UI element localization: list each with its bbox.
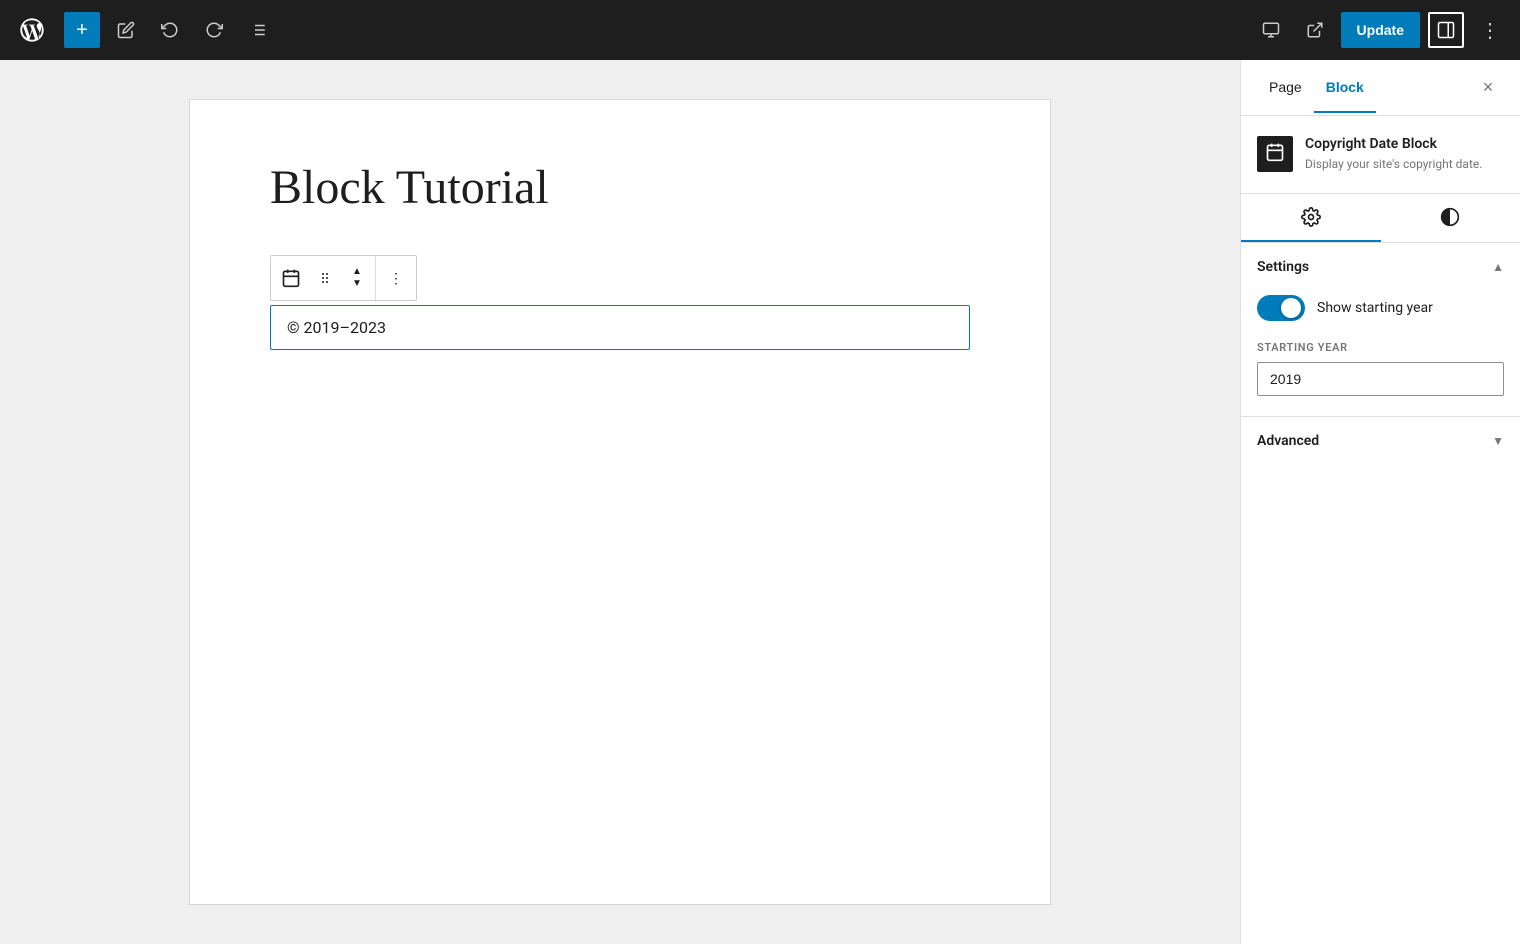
wp-logo: [12, 10, 52, 50]
show-starting-year-label: Show starting year: [1317, 300, 1433, 316]
starting-year-input[interactable]: [1257, 362, 1504, 396]
editor-canvas: Block Tutorial: [190, 100, 1050, 904]
settings-section-header[interactable]: Settings ▲: [1241, 243, 1520, 291]
block-type-button[interactable]: [275, 256, 307, 300]
settings-section-content: Show starting year STARTING YEAR: [1241, 291, 1520, 416]
settings-tab-styles[interactable]: [1381, 194, 1520, 242]
undo-button[interactable]: [152, 12, 188, 48]
settings-panel: Settings ▲ Show starting year STARTING Y…: [1241, 243, 1520, 465]
block-info: Copyright Date Block Display your site's…: [1241, 116, 1520, 194]
advanced-section[interactable]: Advanced ▼: [1241, 417, 1520, 465]
move-up-down-button[interactable]: ▲ ▼: [343, 256, 371, 300]
preview-button[interactable]: [1253, 12, 1289, 48]
edit-button[interactable]: [108, 12, 144, 48]
editor-area: Block Tutorial: [0, 60, 1240, 944]
toolbar-group-block-type: ▲ ▼: [271, 256, 376, 300]
settings-icon-tabs: [1241, 194, 1520, 243]
show-starting-year-toggle[interactable]: [1257, 295, 1305, 321]
sidebar-toggle-button[interactable]: [1428, 12, 1464, 48]
topbar: + Update ⋮: [0, 0, 1520, 60]
sidebar: Page Block × Copyright Date Block Displa…: [1240, 60, 1520, 944]
toggle-row-starting-year: Show starting year: [1257, 291, 1504, 325]
redo-button[interactable]: [196, 12, 232, 48]
topbar-right: Update ⋮: [1253, 12, 1508, 48]
block-info-text: Copyright Date Block Display your site's…: [1305, 136, 1482, 173]
block-toolbar-wrap: ▲ ▼ ⋮: [270, 255, 970, 301]
starting-year-label: STARTING YEAR: [1257, 341, 1504, 354]
update-button[interactable]: Update: [1341, 12, 1420, 48]
sidebar-tabs: Page Block ×: [1241, 60, 1520, 116]
tab-page[interactable]: Page: [1257, 63, 1314, 113]
block-icon: [1257, 136, 1293, 172]
block-description: Display your site's copyright date.: [1305, 156, 1482, 173]
main-layout: Block Tutorial: [0, 60, 1520, 944]
settings-tab-settings[interactable]: [1241, 194, 1381, 242]
more-options-button[interactable]: ⋮: [1472, 12, 1508, 48]
advanced-section-title: Advanced: [1257, 433, 1319, 449]
settings-section-title: Settings: [1257, 259, 1309, 275]
block-more-options-button[interactable]: ⋮: [380, 256, 412, 300]
page-title: Block Tutorial: [270, 160, 970, 215]
copyright-text: © 2019–2023: [287, 318, 386, 337]
settings-chevron-icon: ▲: [1492, 260, 1504, 274]
external-link-button[interactable]: [1297, 12, 1333, 48]
list-view-button[interactable]: [240, 12, 276, 48]
toolbar-group-more: ⋮: [376, 256, 416, 300]
advanced-chevron-icon: ▼: [1492, 434, 1504, 448]
copyright-block[interactable]: © 2019–2023: [270, 305, 970, 350]
tab-block[interactable]: Block: [1314, 63, 1376, 113]
close-sidebar-button[interactable]: ×: [1472, 72, 1504, 104]
block-name: Copyright Date Block: [1305, 136, 1482, 152]
settings-section: Settings ▲ Show starting year STARTING Y…: [1241, 243, 1520, 417]
drag-handle-button[interactable]: [309, 256, 341, 300]
block-toolbar: ▲ ▼ ⋮: [270, 255, 417, 301]
add-block-button[interactable]: +: [64, 12, 100, 48]
